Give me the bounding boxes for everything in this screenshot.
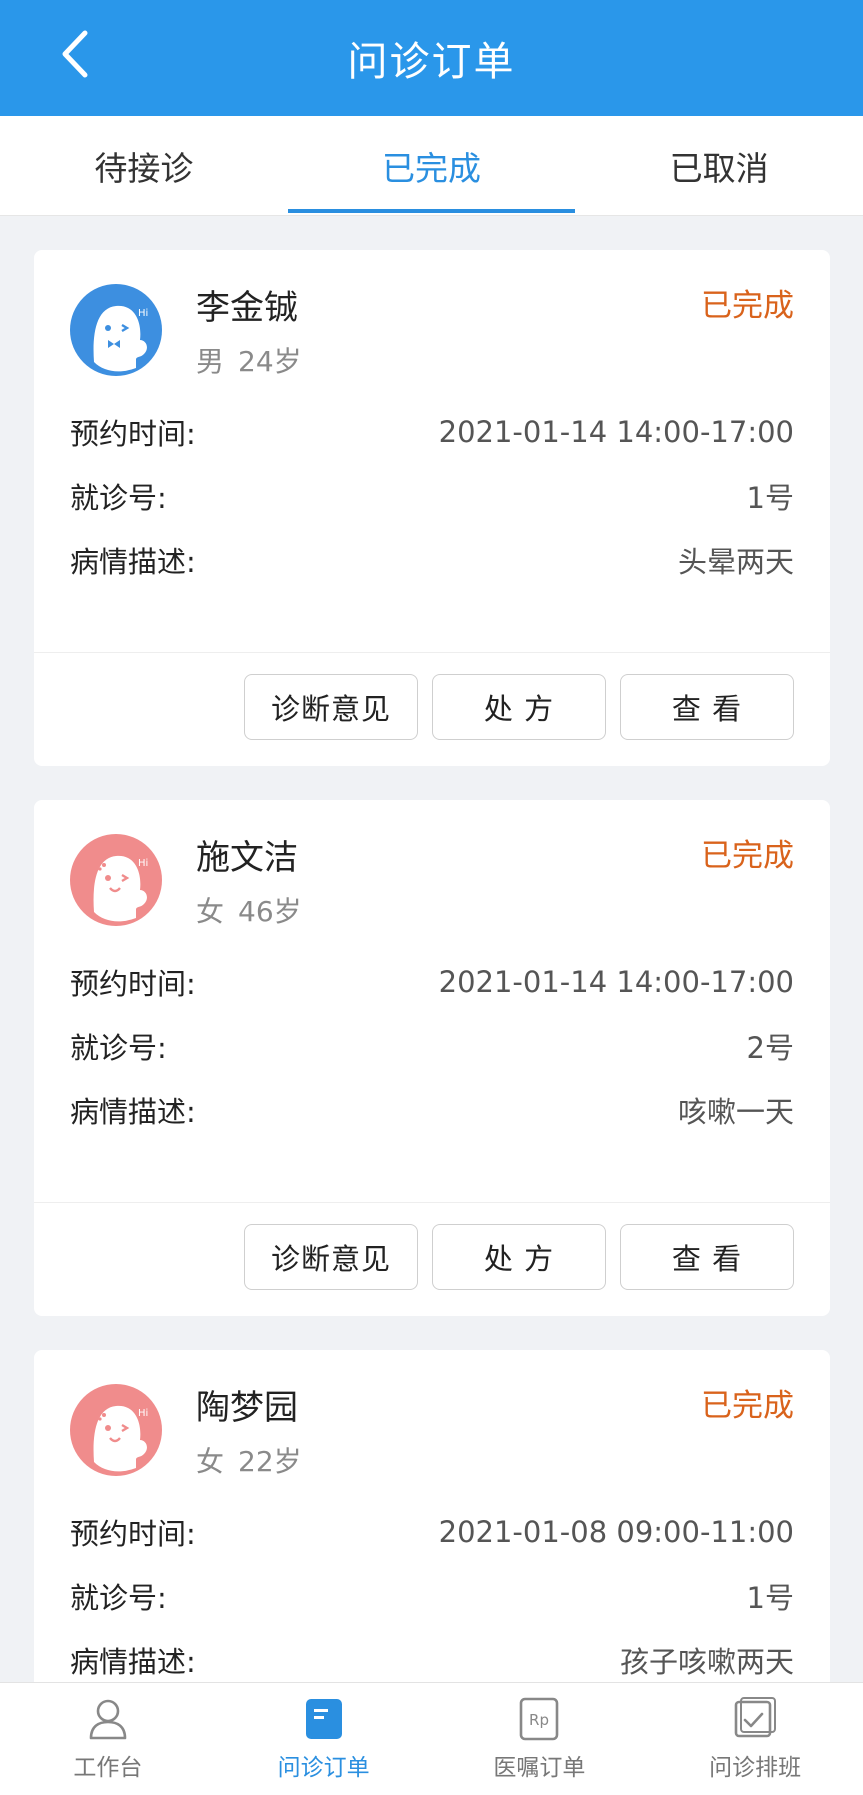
number-row: 就诊号: 2号 — [70, 1014, 794, 1078]
description-row: 病情描述: 头晕两天 — [70, 528, 794, 592]
view-button[interactable]: 查 看 — [620, 1224, 794, 1290]
nav-item-schedule[interactable]: 问诊排班 — [647, 1683, 863, 1795]
card-actions: 诊断意见 处 方 查 看 — [244, 1224, 794, 1290]
svg-text:Hi: Hi — [138, 1408, 148, 1419]
description-label: 病情描述: — [70, 1645, 196, 1679]
nav-item-prescriptions[interactable]: Rp 医嘱订单 — [432, 1683, 648, 1795]
description-row: 病情描述: 咳嗽一天 — [70, 1078, 794, 1142]
patient-gender: 女 — [196, 1445, 225, 1478]
order-list[interactable]: Hi 李金铖 男 24岁 已完成 预约时间: 2021-01-14 14:00-1… — [0, 216, 863, 1682]
status-badge: 已完成 — [701, 1388, 794, 1424]
tab-pending[interactable]: 待接诊 — [0, 116, 288, 215]
rp-icon: Rp — [520, 1697, 559, 1741]
status-badge: 已完成 — [701, 288, 794, 324]
patient-age: 24岁 — [238, 345, 302, 378]
number-value: 2号 — [746, 1031, 794, 1065]
top-bar: 问诊订单 — [0, 0, 863, 116]
nav-label: 问诊订单 — [277, 1755, 370, 1781]
number-value: 1号 — [746, 1581, 794, 1615]
description-label: 病情描述: — [70, 545, 196, 579]
prescription-button[interactable]: 处 方 — [432, 1224, 606, 1290]
svg-text:Hi: Hi — [138, 858, 148, 869]
number-row: 就诊号: 1号 — [70, 1564, 794, 1628]
svg-text:Rp: Rp — [529, 1711, 549, 1729]
bottom-nav: 工作台 问诊订单 Rp 医嘱订单 问诊排班 — [0, 1682, 863, 1795]
chevron-left-icon — [62, 30, 88, 78]
patient-name: 李金铖 — [196, 288, 298, 328]
patient-gender: 女 — [196, 895, 225, 928]
appointment-row: 预约时间: 2021-01-14 14:00-17:00 — [70, 950, 794, 1014]
nav-item-orders[interactable]: 问诊订单 — [216, 1683, 432, 1795]
number-label: 就诊号: — [70, 1581, 167, 1615]
page-title: 问诊订单 — [347, 39, 516, 85]
order-icon — [305, 1699, 342, 1739]
appointment-row: 预约时间: 2021-01-08 09:00-11:00 — [70, 1500, 794, 1564]
nav-label: 医嘱订单 — [493, 1755, 586, 1781]
description-label: 病情描述: — [70, 1095, 196, 1129]
description-value: 咳嗽一天 — [677, 1095, 794, 1129]
appointment-row: 预约时间: 2021-01-14 14:00-17:00 — [70, 400, 794, 464]
number-label: 就诊号: — [70, 481, 167, 515]
diagnosis-button[interactable]: 诊断意见 — [244, 1224, 418, 1290]
avatar-female-icon: Hi — [70, 834, 162, 926]
patient-name: 施文洁 — [196, 838, 298, 878]
order-card: Hi 施文洁 女 46岁 已完成 预约时间: 2021-01-14 14:00-1… — [34, 800, 830, 1316]
patient-info: 男 24岁 — [196, 340, 302, 380]
prescription-button[interactable]: 处 方 — [432, 674, 606, 740]
divider — [34, 652, 830, 653]
nav-label: 工作台 — [73, 1755, 143, 1781]
avatar-male-icon: Hi — [70, 284, 162, 376]
appointment-label: 预约时间: — [70, 967, 196, 1001]
diagnosis-button[interactable]: 诊断意见 — [244, 674, 418, 740]
order-card: Hi 陶梦园 女 22岁 已完成 预约时间: 2021-01-08 09:00-1… — [34, 1350, 830, 1682]
description-value: 头晕两天 — [677, 545, 794, 579]
schedule-icon — [734, 1697, 777, 1738]
back-button[interactable] — [44, 24, 104, 84]
appointment-label: 预约时间: — [70, 1517, 196, 1551]
patient-age: 22岁 — [238, 1445, 302, 1478]
tab-cancelled[interactable]: 已取消 — [575, 116, 863, 215]
svg-text:Hi: Hi — [138, 308, 148, 319]
card-actions: 诊断意见 处 方 查 看 — [244, 674, 794, 740]
appointment-value: 2021-01-08 09:00-11:00 — [438, 1515, 794, 1549]
app: 问诊订单 待接诊 已完成 已取消 Hi 李金铖 男 24岁 已完成 预约时间: … — [0, 0, 863, 1795]
nav-label: 问诊排班 — [709, 1755, 802, 1781]
description-value: 孩子咳嗽两天 — [619, 1645, 794, 1679]
appointment-value: 2021-01-14 14:00-17:00 — [438, 415, 794, 449]
patient-name: 陶梦园 — [196, 1388, 298, 1428]
patient-info: 女 46岁 — [196, 890, 302, 930]
divider — [34, 1202, 830, 1203]
number-row: 就诊号: 1号 — [70, 464, 794, 528]
order-card: Hi 李金铖 男 24岁 已完成 预约时间: 2021-01-14 14:00-1… — [34, 250, 830, 766]
view-button[interactable]: 查 看 — [620, 674, 794, 740]
description-row: 病情描述: 孩子咳嗽两天 — [70, 1628, 794, 1682]
number-value: 1号 — [746, 481, 794, 515]
tab-completed[interactable]: 已完成 — [287, 116, 576, 215]
status-tabs: 待接诊 已完成 已取消 — [0, 116, 863, 216]
avatar-female-icon: Hi — [70, 1384, 162, 1476]
patient-gender: 男 — [196, 345, 225, 378]
appointment-label: 预约时间: — [70, 417, 196, 451]
nav-item-workbench[interactable]: 工作台 — [0, 1683, 216, 1795]
status-badge: 已完成 — [701, 838, 794, 874]
user-icon — [89, 1699, 127, 1740]
number-label: 就诊号: — [70, 1031, 167, 1065]
appointment-value: 2021-01-14 14:00-17:00 — [438, 965, 794, 999]
patient-info: 女 22岁 — [196, 1440, 302, 1480]
patient-age: 46岁 — [238, 895, 302, 928]
